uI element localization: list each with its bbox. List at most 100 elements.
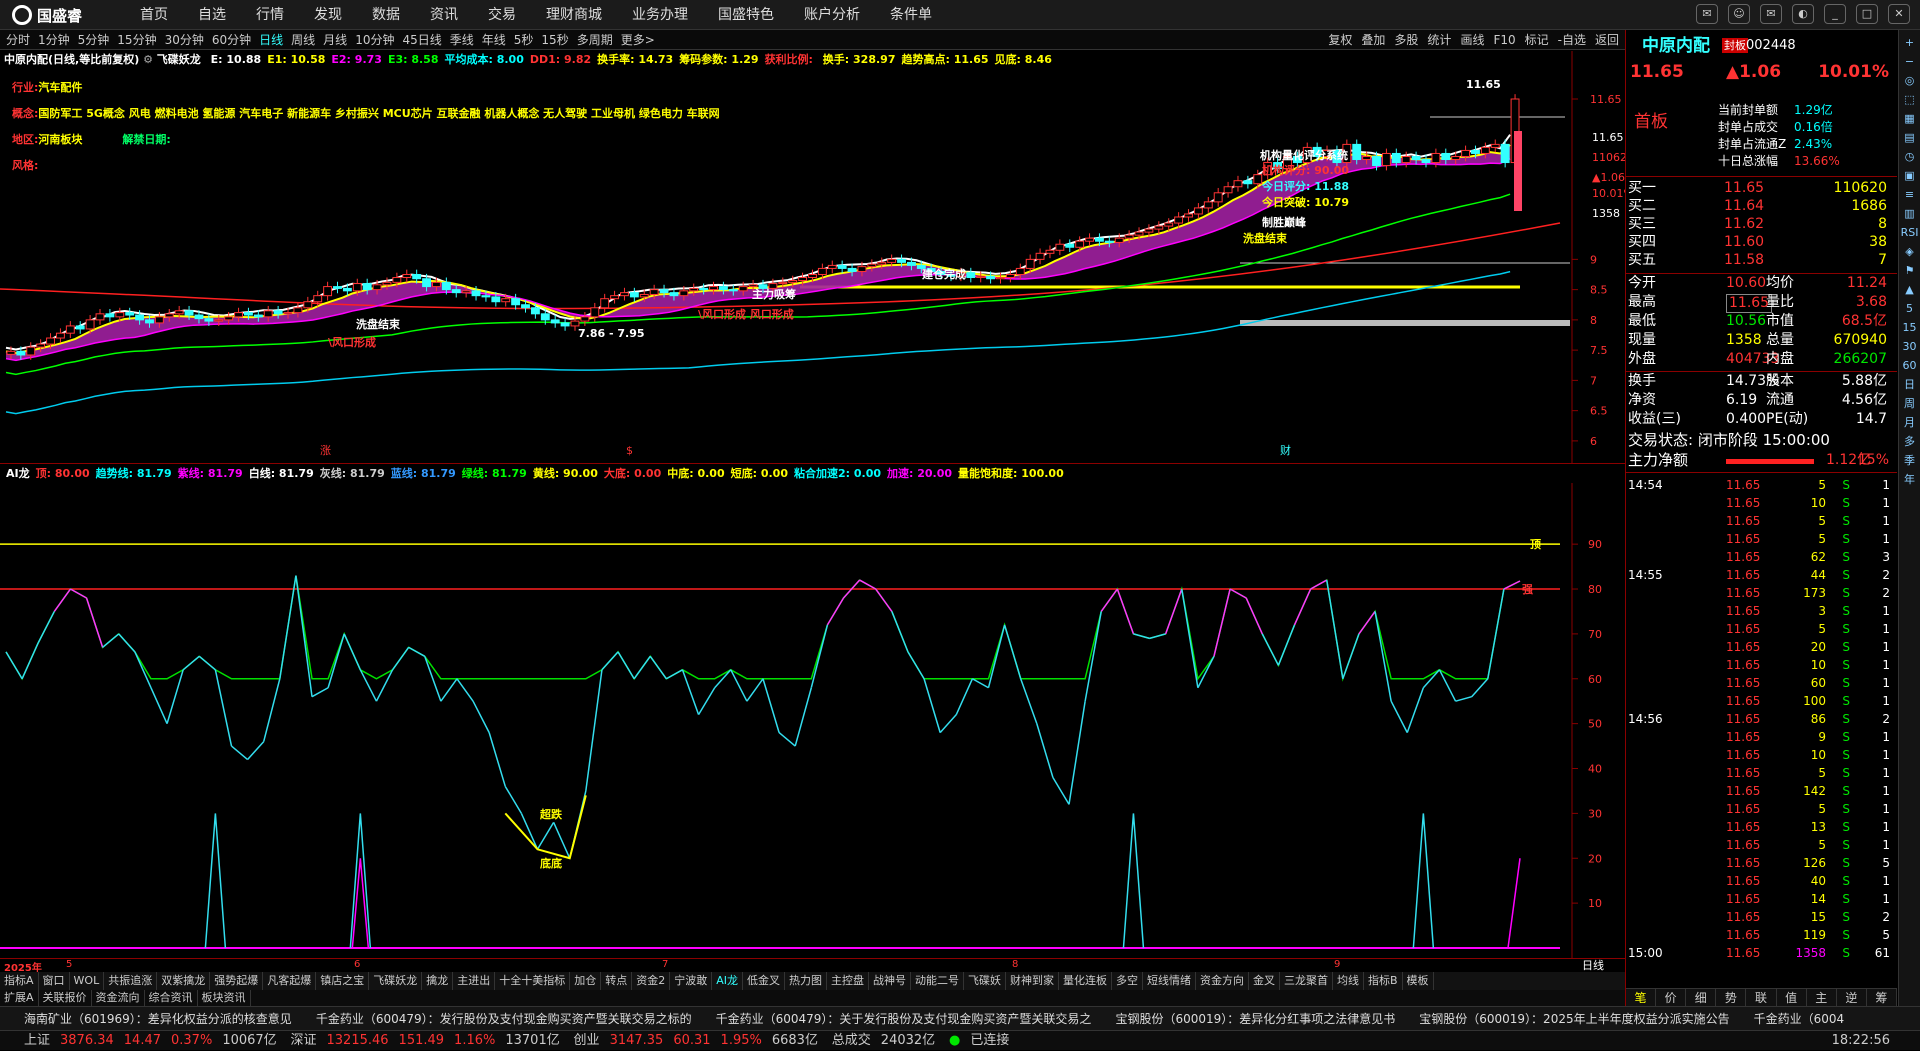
candle[interactable] bbox=[402, 269, 412, 283]
period-tab[interactable]: 60分钟 bbox=[212, 30, 251, 50]
candle[interactable] bbox=[511, 293, 521, 310]
indicator-tab[interactable]: 飞碟妖 bbox=[964, 972, 1006, 990]
extension-tab[interactable]: 资金流向 bbox=[92, 990, 145, 1006]
indicator-tab[interactable]: 指标A bbox=[0, 972, 39, 990]
tool-button[interactable]: 复权 bbox=[1328, 30, 1352, 50]
menu-item[interactable]: 资讯 bbox=[430, 0, 458, 30]
news-item[interactable]: 千金药业（600479）：发行股份及支付现金购买资产暨关联交易之标的 bbox=[316, 1012, 692, 1026]
period-tab[interactable]: 周线 bbox=[291, 30, 315, 50]
detail-tab[interactable]: 联 bbox=[1746, 989, 1777, 1006]
stock-name[interactable]: 中原内配 bbox=[1642, 34, 1710, 58]
skin-icon[interactable]: ◐ bbox=[1792, 4, 1814, 24]
candle[interactable] bbox=[323, 281, 333, 301]
menu-item[interactable]: 业务办理 bbox=[632, 0, 688, 30]
indicator-tab[interactable]: 镇店之宝 bbox=[316, 972, 370, 990]
candle[interactable] bbox=[966, 267, 976, 283]
tool-button[interactable]: -自选 bbox=[1558, 30, 1586, 50]
candle[interactable] bbox=[95, 308, 105, 325]
maximize-icon[interactable]: □ bbox=[1856, 4, 1878, 24]
candle[interactable] bbox=[55, 328, 65, 343]
event-marker[interactable]: 财 bbox=[1280, 443, 1291, 457]
toolbar-icon[interactable]: 15 bbox=[1899, 319, 1920, 337]
candle[interactable] bbox=[1193, 203, 1203, 219]
ai-dragon-chart[interactable]: 10 20 30 40 50 60 70 80 90 顶强超跌 底底 bbox=[0, 483, 1625, 958]
menu-item[interactable]: 条件单 bbox=[890, 0, 932, 30]
ai-dragon-plot[interactable]: 10 20 30 40 50 60 70 80 90 顶强超跌底底 bbox=[0, 483, 1625, 958]
toolbar-icon[interactable]: ▥ bbox=[1899, 205, 1920, 223]
candle[interactable] bbox=[590, 302, 600, 322]
indicator-tab[interactable]: 多空 bbox=[1112, 972, 1143, 990]
toolbar-icon[interactable]: ⬚ bbox=[1899, 91, 1920, 109]
indicator-tab[interactable]: 凡客起爆 bbox=[263, 972, 317, 990]
candle[interactable] bbox=[1055, 239, 1065, 256]
detail-tab[interactable]: 主 bbox=[1807, 989, 1837, 1006]
indicator-tab[interactable]: 战神号 bbox=[869, 972, 911, 990]
indicator-tab[interactable]: 加仓 bbox=[570, 972, 602, 990]
indicator-tab[interactable]: AI龙 bbox=[712, 972, 743, 990]
toolbar-icon[interactable]: ⚑ bbox=[1899, 262, 1920, 280]
candle[interactable] bbox=[1490, 139, 1500, 153]
candle[interactable] bbox=[610, 290, 620, 304]
period-tab[interactable]: 多周期 bbox=[577, 30, 613, 50]
detail-tab[interactable]: 势 bbox=[1716, 989, 1747, 1006]
menu-item[interactable]: 数据 bbox=[372, 0, 400, 30]
indicator-tab[interactable]: 资金方向 bbox=[1196, 972, 1249, 990]
period-tab[interactable]: 分时 bbox=[6, 30, 30, 50]
period-tab[interactable]: 15分钟 bbox=[117, 30, 156, 50]
candle[interactable] bbox=[1203, 197, 1213, 213]
indicator-tab[interactable]: 宁波敢 bbox=[670, 972, 713, 990]
menu-item[interactable]: 首页 bbox=[140, 0, 168, 30]
menu-item[interactable]: 发现 bbox=[314, 0, 342, 30]
toolbar-icon[interactable]: ◎ bbox=[1899, 72, 1920, 90]
tool-button[interactable]: 叠加 bbox=[1361, 30, 1385, 50]
candle[interactable] bbox=[333, 281, 342, 294]
candle[interactable] bbox=[1085, 233, 1094, 247]
tool-button[interactable]: 多股 bbox=[1394, 30, 1418, 50]
indicator-tab[interactable]: 热力图 bbox=[785, 972, 827, 990]
toolbar-icon[interactable]: + bbox=[1899, 34, 1920, 52]
period-tab[interactable]: 30分钟 bbox=[165, 30, 204, 50]
indicator-tab[interactable]: 擒龙 bbox=[422, 972, 454, 990]
toolbar-icon[interactable]: ▤ bbox=[1899, 129, 1920, 147]
indicator-tab[interactable]: 动能二号 bbox=[911, 972, 964, 990]
toolbar-icon[interactable]: − bbox=[1899, 53, 1920, 71]
detail-tab[interactable]: 笔 bbox=[1626, 989, 1657, 1006]
candle[interactable] bbox=[1065, 239, 1075, 253]
news-item[interactable]: 千金药业（6004 bbox=[1754, 1012, 1845, 1026]
toolbar-icon[interactable]: 日 bbox=[1899, 376, 1920, 394]
indicator-tab[interactable]: 金叉 bbox=[1249, 972, 1280, 990]
menu-item[interactable]: 理财商城 bbox=[546, 0, 602, 30]
period-tab[interactable]: 15秒 bbox=[541, 30, 568, 50]
candle[interactable] bbox=[827, 260, 837, 274]
candle[interactable] bbox=[1381, 148, 1391, 171]
minimize-icon[interactable]: _ bbox=[1824, 4, 1846, 24]
period-tab[interactable]: 年线 bbox=[482, 30, 506, 50]
tool-button[interactable]: 标记 bbox=[1525, 30, 1549, 50]
candle[interactable] bbox=[837, 260, 847, 274]
indicator-tab[interactable]: 三龙聚首 bbox=[1280, 972, 1333, 990]
toolbar-icon[interactable]: ≡ bbox=[1899, 186, 1920, 204]
toolbar-icon[interactable]: 30 bbox=[1899, 338, 1920, 356]
candle[interactable] bbox=[65, 321, 75, 339]
candle[interactable] bbox=[105, 308, 115, 322]
candle[interactable] bbox=[1233, 175, 1243, 192]
menu-item[interactable]: 账户分析 bbox=[804, 0, 860, 30]
candle[interactable] bbox=[600, 293, 610, 313]
indicator-tab[interactable]: 模板 bbox=[1403, 972, 1434, 990]
period-tab[interactable]: 1分钟 bbox=[38, 30, 70, 50]
toolbar-icon[interactable]: 60 bbox=[1899, 357, 1920, 375]
indicator-tab[interactable]: 资金2 bbox=[632, 972, 671, 990]
period-tab[interactable]: 季线 bbox=[450, 30, 474, 50]
toolbar-icon[interactable]: 5 bbox=[1899, 300, 1920, 318]
close-icon[interactable]: ✕ bbox=[1888, 4, 1910, 24]
menu-item[interactable]: 行情 bbox=[256, 0, 284, 30]
detail-tab[interactable]: 值 bbox=[1777, 989, 1807, 1006]
detail-tab[interactable]: 价 bbox=[1656, 989, 1687, 1006]
indicator-tab[interactable]: 指标B bbox=[1364, 972, 1403, 990]
candle[interactable] bbox=[629, 287, 639, 302]
candlestick-chart[interactable]: 6 6.5 7 7.5 8 8.5 9 11.65 11.65 110620 ▲1.06 10.01%… bbox=[0, 51, 1625, 463]
detail-tab[interactable]: 逆 bbox=[1837, 989, 1867, 1006]
candle[interactable] bbox=[1213, 187, 1223, 207]
period-tab[interactable]: 更多> bbox=[621, 30, 655, 50]
period-tab[interactable]: 5分钟 bbox=[78, 30, 110, 50]
